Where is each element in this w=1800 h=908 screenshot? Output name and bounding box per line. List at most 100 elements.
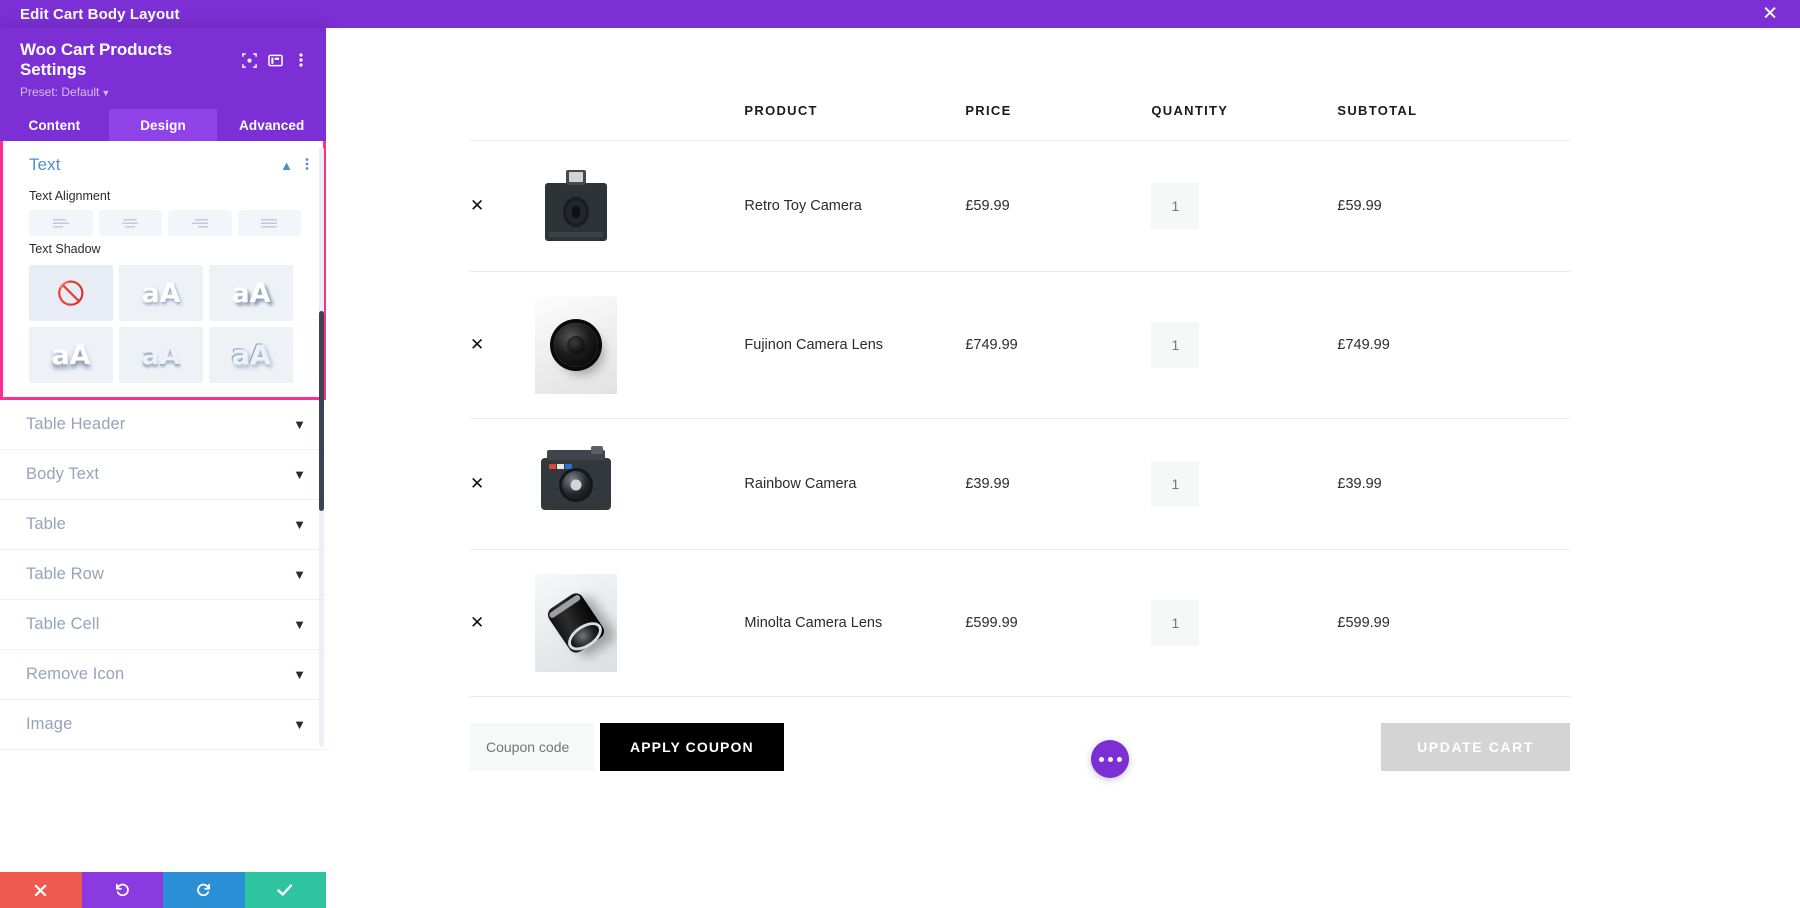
col-remove bbox=[470, 28, 535, 141]
redo-button[interactable] bbox=[163, 872, 245, 908]
quantity-stepper[interactable]: 1 bbox=[1151, 600, 1200, 646]
cancel-button[interactable] bbox=[0, 872, 82, 908]
product-name-cell[interactable]: Retro Toy Camera bbox=[744, 140, 966, 272]
remove-item-icon[interactable]: ✕ bbox=[470, 474, 484, 494]
section-label: Remove Icon bbox=[26, 665, 125, 683]
sidebar-item-table[interactable]: Table ▼ bbox=[0, 500, 326, 550]
text-shadow-option-offset[interactable]: aA bbox=[209, 265, 293, 321]
image-cell bbox=[535, 418, 745, 550]
image-cell bbox=[535, 271, 745, 419]
price-cell: £749.99 bbox=[965, 271, 1152, 419]
more-vertical-icon[interactable] bbox=[290, 49, 312, 71]
image-cell bbox=[535, 549, 745, 696]
remove-item-icon[interactable]: ✕ bbox=[470, 196, 484, 216]
section-label: Table Header bbox=[26, 415, 126, 433]
text-shadow-option-no-shadow[interactable]: 🚫 bbox=[29, 265, 113, 321]
save-button[interactable] bbox=[244, 872, 326, 908]
text-shadow-option-outline[interactable]: aA bbox=[209, 327, 293, 383]
product-name-cell[interactable]: Rainbow Camera bbox=[744, 418, 966, 550]
close-icon bbox=[34, 884, 47, 896]
section-label: Table Row bbox=[26, 565, 104, 583]
chevron-down-icon: ▼ bbox=[293, 467, 306, 482]
section-label: Table Cell bbox=[26, 615, 100, 633]
quantity-stepper[interactable]: 1 bbox=[1151, 183, 1200, 229]
sidebar-item-body-text[interactable]: Body Text ▼ bbox=[0, 450, 326, 500]
sidebar-item-remove-icon[interactable]: Remove Icon ▼ bbox=[0, 650, 326, 700]
tab-advanced[interactable]: Advanced bbox=[217, 109, 326, 141]
text-alignment-group bbox=[3, 210, 323, 236]
text-shadow-option-soft[interactable]: aA bbox=[119, 265, 203, 321]
panel-layout-icon[interactable] bbox=[264, 49, 286, 71]
table-row: ✕ Fujinon Camera Lens £749.99 1 £749.99 bbox=[470, 271, 1570, 419]
tab-design[interactable]: Design bbox=[108, 109, 218, 141]
retro-toy-camera-thumb[interactable] bbox=[535, 165, 618, 247]
product-name-cell[interactable]: Fujinon Camera Lens bbox=[744, 271, 966, 419]
app-root: Edit Cart Body Layout ✕ Woo Cart Product… bbox=[0, 0, 1800, 908]
settings-panel-title: Woo Cart Products Settings bbox=[20, 40, 172, 79]
tab-content[interactable]: Content bbox=[0, 109, 109, 141]
text-shadow-option-bottom[interactable]: aA bbox=[29, 327, 113, 383]
text-shadow-preview-label: aA bbox=[231, 339, 271, 371]
text-shadow-option-emboss[interactable]: aA bbox=[119, 327, 203, 383]
table-row: ✕ Retro Toy Camera £59.99 1 £59.99 bbox=[470, 140, 1570, 272]
quantity-stepper[interactable]: 1 bbox=[1151, 461, 1200, 507]
chevron-down-icon: ▼ bbox=[293, 617, 306, 632]
sidebar-item-table-row[interactable]: Table Row ▼ bbox=[0, 550, 326, 600]
cart-header-row: PRODUCT PRICE QUANTITY SUBTOTAL bbox=[470, 28, 1570, 141]
focus-target-icon[interactable] bbox=[238, 49, 260, 71]
subtotal-cell: £59.99 bbox=[1337, 140, 1570, 272]
coupon-input[interactable] bbox=[470, 723, 594, 771]
text-alignment-label: Text Alignment bbox=[29, 189, 111, 203]
update-cart-button[interactable]: UPDATE CART bbox=[1381, 723, 1570, 771]
chevron-down-icon: ▼ bbox=[293, 567, 306, 582]
section-label: Image bbox=[26, 715, 73, 733]
text-shadow-preview-label: aA bbox=[51, 339, 91, 371]
minolta-camera-lens-thumb[interactable] bbox=[535, 574, 618, 672]
subtotal-cell: £749.99 bbox=[1337, 271, 1570, 419]
table-row: ✕ Rainbow Camera £39.99 1 £39.99 bbox=[470, 418, 1570, 550]
text-shadow-group: 🚫 aA aA aA aA aA bbox=[3, 265, 323, 383]
align-justify-icon[interactable] bbox=[237, 210, 301, 236]
image-cell bbox=[535, 140, 745, 272]
settings-panel-footer bbox=[0, 872, 326, 908]
section-label: Body Text bbox=[26, 465, 100, 483]
col-price: PRICE bbox=[965, 103, 1012, 118]
preset-selector[interactable]: Preset: Default ▼ bbox=[20, 85, 312, 99]
sidebar-item-table-header[interactable]: Table Header ▼ bbox=[0, 400, 326, 450]
remove-item-icon[interactable]: ✕ bbox=[470, 335, 484, 355]
table-row: ✕ Minolta Camera Lens £599.99 1 £599.99 bbox=[470, 549, 1570, 696]
chevron-down-icon: ▼ bbox=[293, 517, 306, 532]
remove-item-icon[interactable]: ✕ bbox=[470, 613, 484, 633]
col-quantity: QUANTITY bbox=[1151, 103, 1229, 118]
settings-tabs: Content Design Advanced bbox=[0, 109, 326, 141]
undo-button[interactable] bbox=[81, 872, 163, 908]
redo-icon bbox=[196, 883, 210, 897]
text-shadow-label: Text Shadow bbox=[29, 242, 101, 256]
section-text-header[interactable]: Text ▲ bbox=[3, 141, 323, 183]
align-left-icon[interactable] bbox=[29, 210, 93, 236]
chevron-down-icon: ▼ bbox=[293, 667, 306, 682]
chevron-down-icon: ▼ bbox=[293, 417, 306, 432]
more-vertical-icon[interactable] bbox=[305, 157, 309, 174]
coupon-row: APPLY COUPON UPDATE CART bbox=[470, 696, 1570, 771]
close-icon[interactable]: ✕ bbox=[1762, 4, 1778, 24]
settings-panel-body: Text ▲ Text Alignment Text Shadow 🚫 aA a… bbox=[0, 141, 326, 872]
col-product: PRODUCT bbox=[744, 103, 818, 118]
sidebar-item-table-cell[interactable]: Table Cell ▼ bbox=[0, 600, 326, 650]
panel-scrollbar-thumb[interactable] bbox=[319, 311, 324, 511]
align-center-icon[interactable] bbox=[98, 210, 162, 236]
quantity-stepper[interactable]: 1 bbox=[1151, 322, 1200, 368]
cart-container: PRODUCT PRICE QUANTITY SUBTOTAL ✕ Retro … bbox=[470, 28, 1570, 778]
apply-coupon-button[interactable]: APPLY COUPON bbox=[600, 723, 784, 771]
quantity-cell: 1 bbox=[1151, 418, 1338, 550]
col-image bbox=[535, 28, 744, 141]
section-label: Table bbox=[26, 515, 66, 533]
editor-title: Edit Cart Body Layout bbox=[20, 5, 180, 23]
align-right-icon[interactable] bbox=[168, 210, 232, 236]
product-name-cell[interactable]: Minolta Camera Lens bbox=[744, 549, 966, 696]
more-horizontal-icon[interactable] bbox=[1091, 740, 1129, 778]
sidebar-item-image[interactable]: Image ▼ bbox=[0, 700, 326, 750]
rainbow-camera-thumb[interactable] bbox=[535, 443, 618, 525]
chevron-up-icon[interactable]: ▲ bbox=[280, 158, 293, 173]
fujinon-camera-lens-thumb[interactable] bbox=[535, 296, 618, 394]
